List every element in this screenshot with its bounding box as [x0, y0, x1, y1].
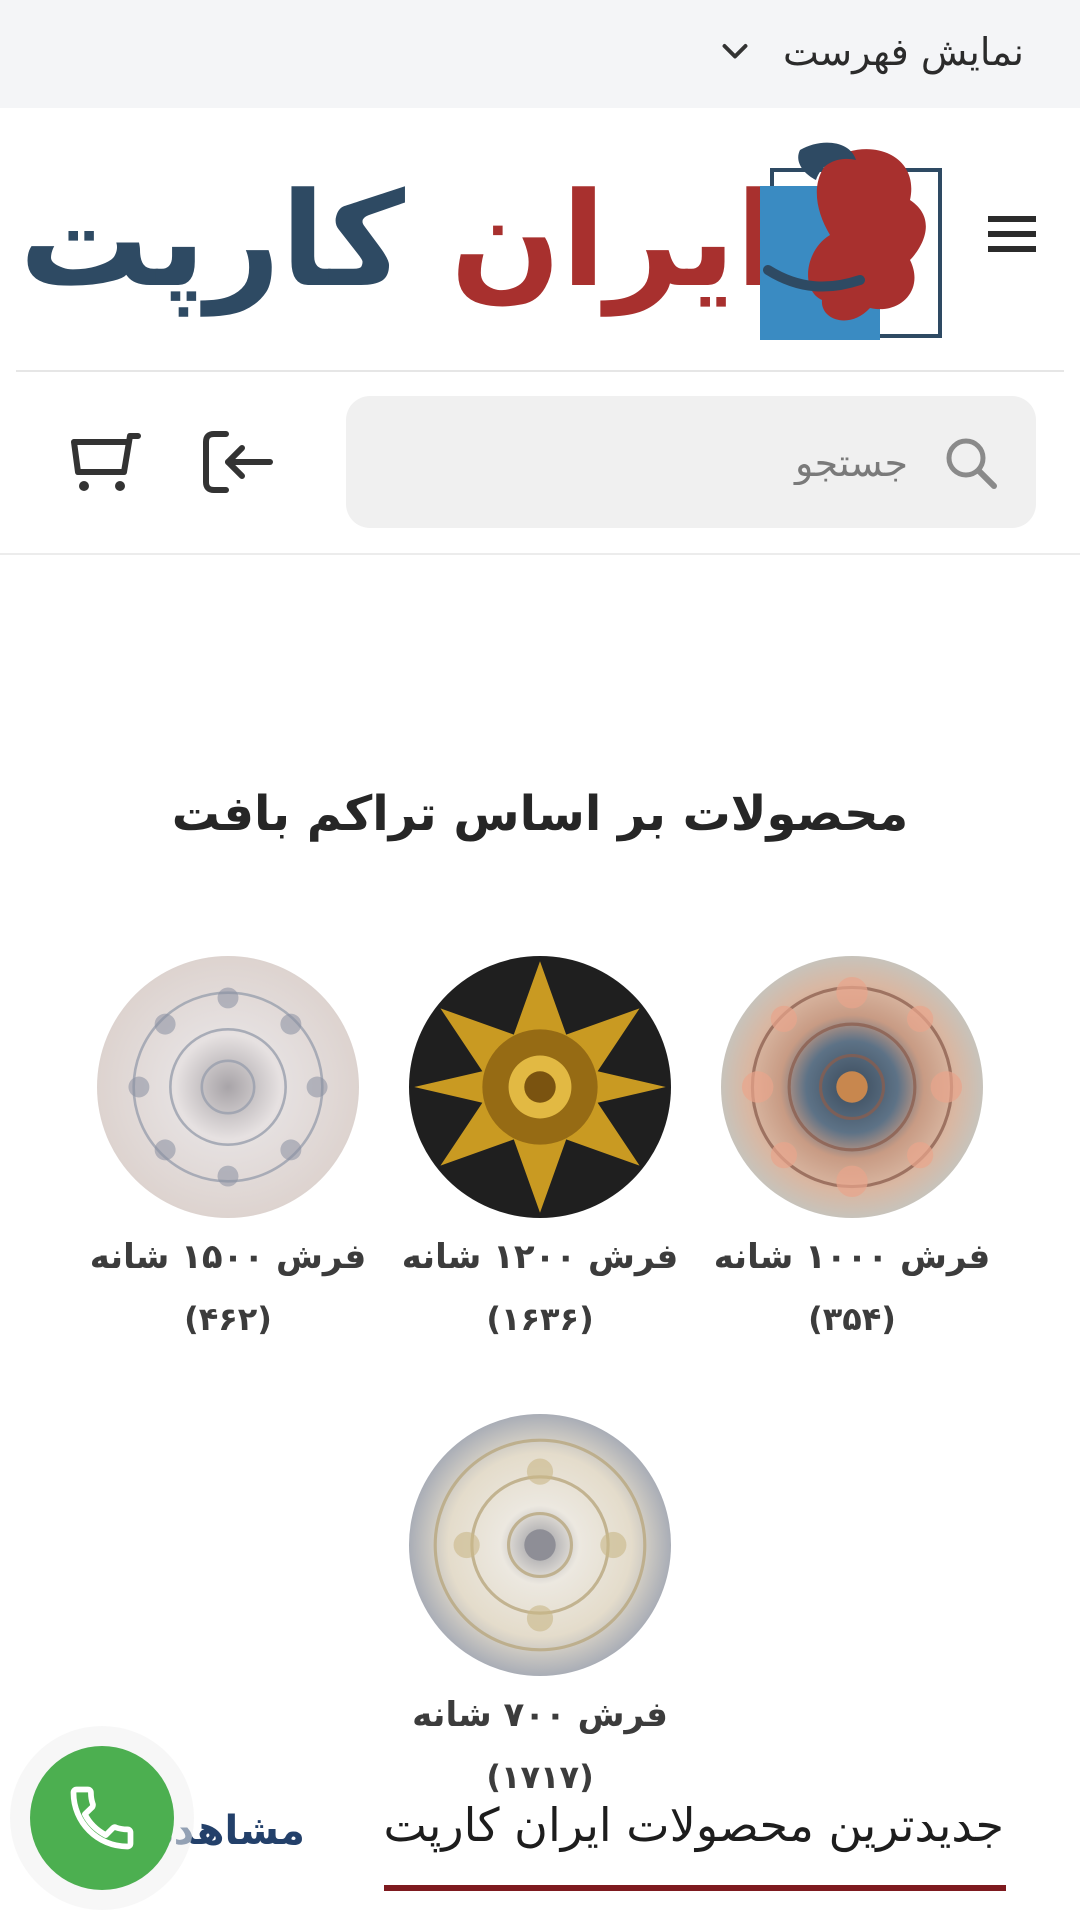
category-card[interactable]: فرش ۱۰۰۰ شانه (۳۵۴): [702, 956, 1002, 1338]
chevron-down-icon: [722, 44, 748, 59]
search-box: [346, 396, 1036, 528]
search-input[interactable]: [386, 426, 910, 500]
category-count: (۳۵۴): [808, 1300, 896, 1338]
category-card[interactable]: فرش ۷۰۰ شانه (۱۷۱۷): [390, 1414, 690, 1796]
logo-text-part1: ایران: [450, 164, 780, 316]
category-count: (۱۷۱۷): [486, 1758, 594, 1796]
top-bar: نمایش فهرست: [0, 0, 1080, 108]
carpet-thumbnail: [97, 956, 359, 1218]
show-menu-label: نمایش فهرست: [782, 30, 1024, 74]
section-title: محصولات بر اساس تراکم بافت: [171, 786, 909, 842]
search-icon[interactable]: [942, 434, 1000, 492]
carpet-thumbnail: [409, 956, 671, 1218]
site-logo[interactable]: ایران کارپت: [19, 140, 950, 340]
category-name: فرش ۱۵۰۰ شانه: [89, 1237, 367, 1277]
category-count: (۱۶۳۶): [486, 1300, 594, 1338]
show-menu-toggle[interactable]: نمایش فهرست: [717, 22, 1024, 82]
category-name: فرش ۱۰۰۰ شانه: [713, 1237, 991, 1277]
hamburger-icon[interactable]: [980, 202, 1044, 266]
carpet-thumbnail: [409, 1414, 671, 1676]
cart-icon[interactable]: [70, 428, 142, 496]
search-divider: [0, 553, 1080, 555]
login-icon[interactable]: [200, 428, 276, 496]
category-card[interactable]: فرش ۱۲۰۰ شانه (۱۶۳۶): [390, 956, 690, 1338]
call-button[interactable]: [30, 1746, 174, 1890]
latest-title-underline: [384, 1885, 1006, 1891]
category-count: (۴۶۲): [184, 1300, 272, 1338]
category-name: فرش ۱۲۰۰ شانه: [401, 1237, 679, 1277]
category-name: فرش ۷۰۰ شانه: [412, 1695, 668, 1735]
latest-products-title: جدیدترین محصولات ایران کارپت: [383, 1798, 1004, 1852]
carpet-thumbnail: [721, 956, 983, 1218]
phone-icon: [70, 1786, 134, 1850]
category-card[interactable]: فرش ۱۵۰۰ شانه (۴۶۲): [78, 956, 378, 1338]
header-divider: [16, 370, 1064, 372]
logo-mark-icon: [760, 142, 942, 340]
logo-text-part2: کارپت: [19, 164, 405, 316]
logo-text: ایران کارپت: [19, 150, 780, 330]
site-header: ایران کارپت: [0, 108, 1080, 370]
